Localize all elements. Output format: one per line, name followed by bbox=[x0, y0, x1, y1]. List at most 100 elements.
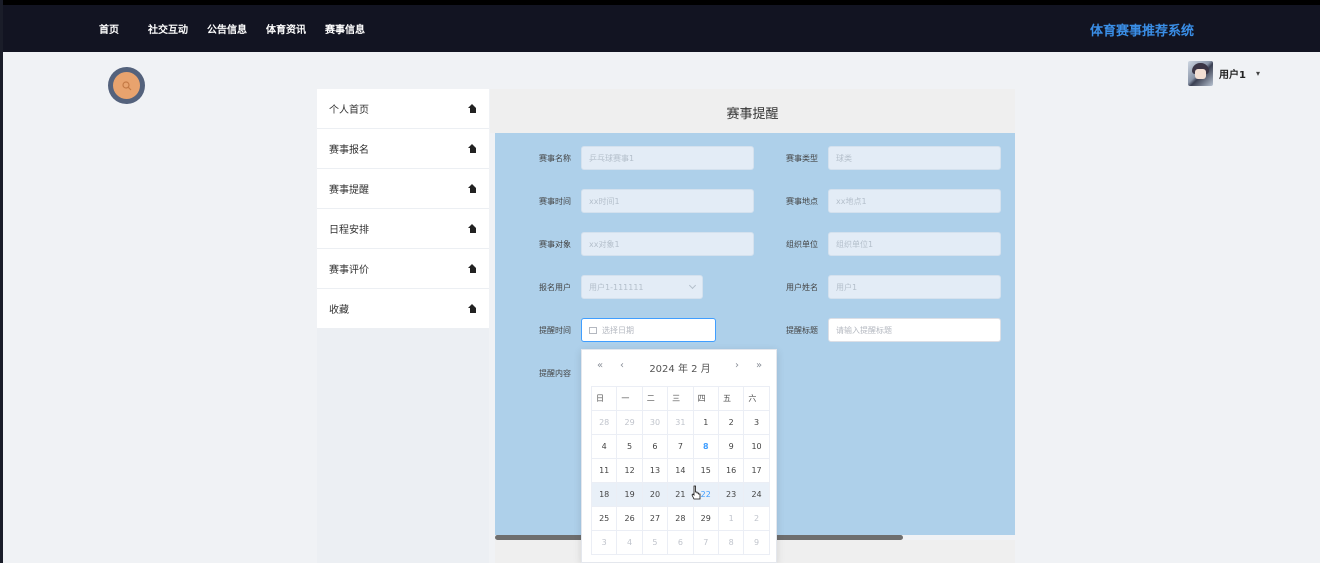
organizer-field[interactable]: 组织单位1 bbox=[828, 232, 1001, 256]
date-cell[interactable]: 11 bbox=[592, 459, 618, 483]
chevron-down-icon bbox=[688, 281, 697, 290]
remind-content-label: 提醒内容 bbox=[539, 369, 571, 378]
date-cell[interactable]: 14 bbox=[668, 459, 694, 483]
date-cell[interactable]: 16 bbox=[718, 459, 745, 483]
date-cell[interactable]: 7 bbox=[668, 435, 694, 459]
home-icon bbox=[468, 264, 477, 273]
date-cell[interactable]: 29 bbox=[617, 411, 643, 435]
user-name-label: 用户姓名 bbox=[786, 283, 818, 292]
date-cell[interactable]: 12 bbox=[617, 459, 643, 483]
weekday-header: 一 bbox=[617, 387, 643, 411]
date-cell[interactable]: 29 bbox=[693, 507, 719, 531]
date-cell[interactable]: 17 bbox=[744, 459, 770, 483]
remind-title-input[interactable]: 请输入提醒标题 bbox=[828, 318, 1001, 342]
remind-title-label: 提醒标题 bbox=[786, 326, 818, 335]
sidebar-item-event-review[interactable]: 赛事评价 bbox=[317, 249, 489, 289]
date-cell[interactable]: 25 bbox=[592, 507, 618, 531]
sidebar-item-label: 个人首页 bbox=[329, 105, 369, 116]
date-cell[interactable]: 8 bbox=[718, 531, 745, 555]
date-cell[interactable]: 23 bbox=[718, 483, 745, 507]
top-navbar: 首页 社交互动 公告信息 体育资讯 赛事信息 体育赛事推荐系统 bbox=[3, 5, 1320, 52]
search-button[interactable] bbox=[108, 67, 145, 104]
date-cell[interactable]: 1 bbox=[693, 411, 719, 435]
home-icon bbox=[468, 304, 477, 313]
date-cell[interactable]: 3 bbox=[592, 531, 618, 555]
next-month-icon[interactable]: › bbox=[735, 360, 739, 371]
home-icon bbox=[468, 184, 477, 193]
date-cell[interactable]: 3 bbox=[744, 411, 770, 435]
weekday-header: 四 bbox=[693, 387, 719, 411]
event-time-field[interactable]: xx时间1 bbox=[581, 189, 754, 213]
nav-sports-news[interactable]: 体育资讯 bbox=[266, 21, 306, 36]
date-cell[interactable]: 19 bbox=[617, 483, 643, 507]
sidebar-item-event-signup[interactable]: 赛事报名 bbox=[317, 129, 489, 169]
date-cell[interactable]: 9 bbox=[744, 531, 770, 555]
nav-home[interactable]: 首页 bbox=[99, 21, 119, 36]
date-cell[interactable]: 18 bbox=[592, 483, 618, 507]
event-place-field[interactable]: xx地点1 bbox=[828, 189, 1001, 213]
home-icon bbox=[468, 144, 477, 153]
calendar-icon bbox=[589, 326, 597, 334]
weekday-header: 三 bbox=[668, 387, 694, 411]
next-year-icon[interactable]: » bbox=[756, 360, 762, 371]
date-cell[interactable]: 6 bbox=[642, 435, 669, 459]
signup-user-value: 用户1-111111 bbox=[589, 282, 644, 292]
brand-title: 体育赛事推荐系统 bbox=[1090, 24, 1195, 39]
date-cell[interactable]: 15 bbox=[693, 459, 719, 483]
date-picker-grid: 日一二三四五六 28 29 30 31 1 2 3 4 5 6 7 8 9 10 11 12 13 14 15 16 17… bbox=[591, 386, 770, 555]
date-cell[interactable]: 5 bbox=[642, 531, 669, 555]
signup-user-select[interactable]: 用户1-111111 bbox=[581, 275, 703, 299]
sidebar-item-label: 赛事提醒 bbox=[329, 185, 369, 196]
weekday-header: 六 bbox=[744, 387, 770, 411]
sidebar-item-label: 赛事评价 bbox=[329, 265, 369, 276]
nav-events[interactable]: 赛事信息 bbox=[325, 21, 365, 36]
event-type-field[interactable]: 球类 bbox=[828, 146, 1001, 170]
event-target-field[interactable]: xx对象1 bbox=[581, 232, 754, 256]
sidebar-item-favorites[interactable]: 收藏 bbox=[317, 289, 489, 329]
weekday-header: 日 bbox=[592, 387, 618, 411]
date-cell[interactable]: 5 bbox=[617, 435, 643, 459]
sidebar-item-event-reminder[interactable]: 赛事提醒 bbox=[317, 169, 489, 209]
date-cell[interactable]: 27 bbox=[642, 507, 669, 531]
caret-down-icon: ▾ bbox=[1255, 69, 1260, 78]
date-cell[interactable]: 8 bbox=[693, 435, 719, 459]
weekday-header: 二 bbox=[642, 387, 669, 411]
date-cell[interactable]: 31 bbox=[668, 411, 694, 435]
user-menu[interactable]: 用户1 ▾ bbox=[1188, 61, 1260, 86]
date-cell[interactable]: 28 bbox=[592, 411, 618, 435]
nav-social[interactable]: 社交互动 bbox=[148, 21, 188, 36]
event-name-field[interactable]: 乒乓球赛事1 bbox=[581, 146, 754, 170]
sidebar-item-personal-home[interactable]: 个人首页 bbox=[317, 89, 489, 129]
date-cell[interactable]: 1 bbox=[718, 507, 745, 531]
date-cell[interactable]: 24 bbox=[744, 483, 770, 507]
user-name: 用户1 bbox=[1219, 70, 1246, 81]
date-cell[interactable]: 13 bbox=[642, 459, 669, 483]
date-cell[interactable]: 4 bbox=[617, 531, 643, 555]
page-title: 赛事提醒 bbox=[726, 107, 779, 122]
remind-time-datepicker-input[interactable]: 选择日期 bbox=[581, 318, 716, 342]
content-header: 赛事提醒 bbox=[490, 89, 1015, 133]
date-picker-popup: « ‹ 2024 年 2 月 › » 日一二三四五六 28 29 30 31 1 2 3 4 5 6… bbox=[581, 349, 777, 563]
date-cell[interactable]: 30 bbox=[642, 411, 669, 435]
nav-announcements[interactable]: 公告信息 bbox=[207, 21, 247, 36]
weekday-header: 五 bbox=[718, 387, 745, 411]
date-picker-title: 2024 年 2 月 bbox=[649, 364, 711, 375]
main-nav: 首页 社交互动 公告信息 体育资讯 赛事信息 bbox=[99, 5, 384, 52]
home-icon bbox=[468, 104, 477, 113]
date-cell[interactable]: 2 bbox=[718, 411, 745, 435]
date-cell[interactable]: 6 bbox=[668, 531, 694, 555]
date-cell[interactable]: 7 bbox=[693, 531, 719, 555]
date-cell[interactable]: 28 bbox=[668, 507, 694, 531]
date-cell[interactable]: 20 bbox=[642, 483, 669, 507]
date-cell[interactable]: 2 bbox=[744, 507, 770, 531]
date-cell[interactable]: 26 bbox=[617, 507, 643, 531]
avatar bbox=[1188, 61, 1213, 86]
sidebar-item-schedule[interactable]: 日程安排 bbox=[317, 209, 489, 249]
user-name-field[interactable]: 用户1 bbox=[828, 275, 1001, 299]
date-cell[interactable]: 10 bbox=[744, 435, 770, 459]
event-type-label: 赛事类型 bbox=[786, 154, 818, 163]
date-cell[interactable]: 4 bbox=[592, 435, 618, 459]
hand-cursor-icon bbox=[691, 485, 701, 500]
event-target-label: 赛事对象 bbox=[539, 240, 571, 249]
date-cell[interactable]: 9 bbox=[718, 435, 745, 459]
